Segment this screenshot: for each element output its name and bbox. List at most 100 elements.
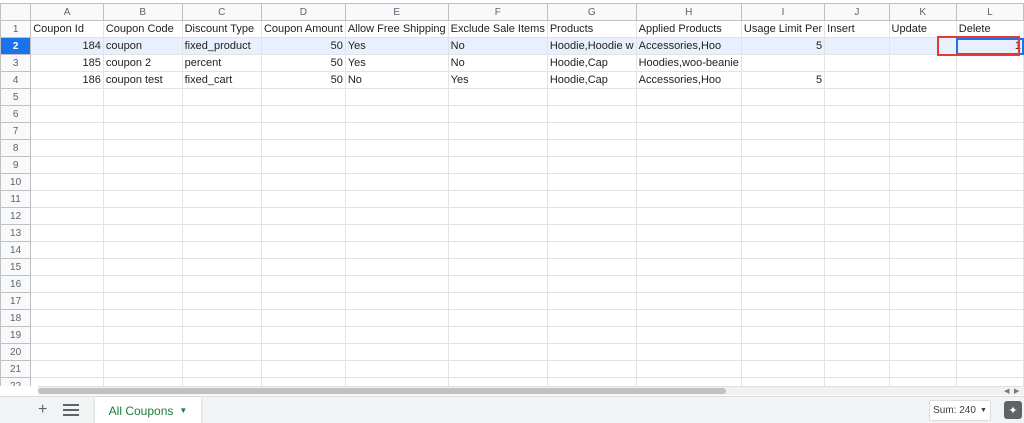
table-cell[interactable] (824, 54, 890, 72)
sheet-tab-all-coupons[interactable]: All Coupons ▼ (95, 397, 201, 423)
column-header-d[interactable]: D (260, 3, 346, 21)
table-cell[interactable] (888, 343, 957, 361)
table-cell[interactable] (635, 292, 742, 310)
table-cell[interactable]: Applied Products (635, 20, 742, 38)
table-cell[interactable] (447, 258, 548, 276)
table-cell[interactable] (888, 360, 957, 378)
table-cell[interactable] (546, 105, 637, 123)
table-cell[interactable] (740, 326, 826, 344)
table-cell[interactable] (30, 173, 104, 191)
table-cell[interactable] (824, 207, 890, 225)
table-cell[interactable] (546, 139, 637, 157)
table-cell[interactable] (955, 326, 1024, 344)
table-cell[interactable] (635, 156, 742, 174)
table-cell[interactable] (635, 139, 742, 157)
table-cell[interactable] (546, 326, 637, 344)
table-cell[interactable] (30, 309, 104, 327)
table-cell[interactable] (102, 224, 183, 242)
table-cell[interactable] (740, 343, 826, 361)
table-cell[interactable] (447, 309, 548, 327)
table-cell[interactable] (824, 326, 890, 344)
table-cell[interactable] (260, 326, 346, 344)
table-cell[interactable] (30, 88, 104, 106)
table-cell[interactable]: fixed_cart (181, 71, 262, 89)
table-cell[interactable] (30, 139, 104, 157)
table-cell[interactable] (102, 275, 183, 293)
table-cell[interactable]: No (447, 54, 548, 72)
table-cell[interactable] (102, 377, 183, 386)
table-cell[interactable] (824, 275, 890, 293)
table-cell[interactable] (888, 377, 957, 386)
table-cell[interactable] (260, 207, 346, 225)
table-cell[interactable] (635, 173, 742, 191)
table-cell[interactable] (955, 173, 1024, 191)
table-cell[interactable] (344, 122, 449, 140)
table-cell[interactable] (260, 275, 346, 293)
table-cell[interactable] (30, 190, 104, 208)
table-cell[interactable] (181, 190, 262, 208)
table-cell[interactable] (955, 88, 1024, 106)
table-cell[interactable] (344, 241, 449, 259)
table-cell[interactable] (740, 377, 826, 386)
table-cell[interactable] (740, 360, 826, 378)
table-cell[interactable] (955, 224, 1024, 242)
table-cell[interactable]: Hoodie,Hoodie w (546, 37, 637, 55)
scroll-left-icon[interactable]: ◀ (1004, 387, 1009, 396)
table-cell[interactable] (546, 156, 637, 174)
table-cell[interactable]: 50 (260, 37, 346, 55)
table-cell[interactable] (260, 224, 346, 242)
table-cell[interactable] (102, 88, 183, 106)
table-cell[interactable] (888, 71, 957, 89)
table-cell[interactable] (955, 241, 1024, 259)
table-cell[interactable] (181, 88, 262, 106)
table-cell[interactable]: Products (546, 20, 637, 38)
table-cell[interactable] (888, 105, 957, 123)
scroll-right-icon[interactable]: ▶ (1014, 387, 1019, 396)
all-sheets-menu-icon[interactable] (63, 401, 79, 417)
column-header-l[interactable]: L (955, 3, 1024, 21)
table-cell[interactable] (955, 207, 1024, 225)
table-cell[interactable] (824, 377, 890, 386)
table-cell[interactable] (344, 88, 449, 106)
table-cell[interactable] (824, 360, 890, 378)
add-sheet-button[interactable]: + (38, 401, 47, 419)
column-header-c[interactable]: C (181, 3, 262, 21)
table-cell[interactable] (181, 275, 262, 293)
table-cell[interactable]: Accessories,Hoo (635, 37, 742, 55)
table-cell[interactable] (260, 122, 346, 140)
table-cell[interactable] (344, 258, 449, 276)
table-cell[interactable] (447, 343, 548, 361)
table-cell[interactable] (955, 275, 1024, 293)
row-header[interactable]: 19 (0, 326, 32, 344)
table-cell[interactable] (181, 156, 262, 174)
column-header-i[interactable]: I (740, 3, 826, 21)
column-header-h[interactable]: H (635, 3, 742, 21)
table-cell[interactable] (888, 54, 957, 72)
table-cell[interactable] (740, 309, 826, 327)
table-cell[interactable]: 50 (260, 54, 346, 72)
table-cell[interactable] (740, 207, 826, 225)
table-cell[interactable] (260, 258, 346, 276)
table-cell[interactable] (344, 190, 449, 208)
row-header[interactable]: 11 (0, 190, 32, 208)
table-cell[interactable] (824, 241, 890, 259)
table-cell[interactable] (181, 377, 262, 386)
table-cell[interactable] (740, 105, 826, 123)
table-cell[interactable] (181, 139, 262, 157)
table-cell[interactable] (260, 105, 346, 123)
table-cell[interactable] (955, 292, 1024, 310)
table-cell[interactable]: Coupon Amount (260, 20, 346, 38)
table-cell[interactable] (740, 292, 826, 310)
table-cell[interactable] (447, 377, 548, 386)
table-cell[interactable] (955, 309, 1024, 327)
table-cell[interactable] (102, 326, 183, 344)
table-cell[interactable] (344, 360, 449, 378)
table-cell[interactable] (260, 292, 346, 310)
table-cell[interactable] (344, 326, 449, 344)
table-cell[interactable] (30, 258, 104, 276)
table-cell[interactable] (740, 122, 826, 140)
row-header[interactable]: 4 (0, 71, 32, 89)
table-cell[interactable] (102, 190, 183, 208)
table-cell[interactable] (888, 207, 957, 225)
table-cell[interactable]: No (344, 71, 449, 89)
